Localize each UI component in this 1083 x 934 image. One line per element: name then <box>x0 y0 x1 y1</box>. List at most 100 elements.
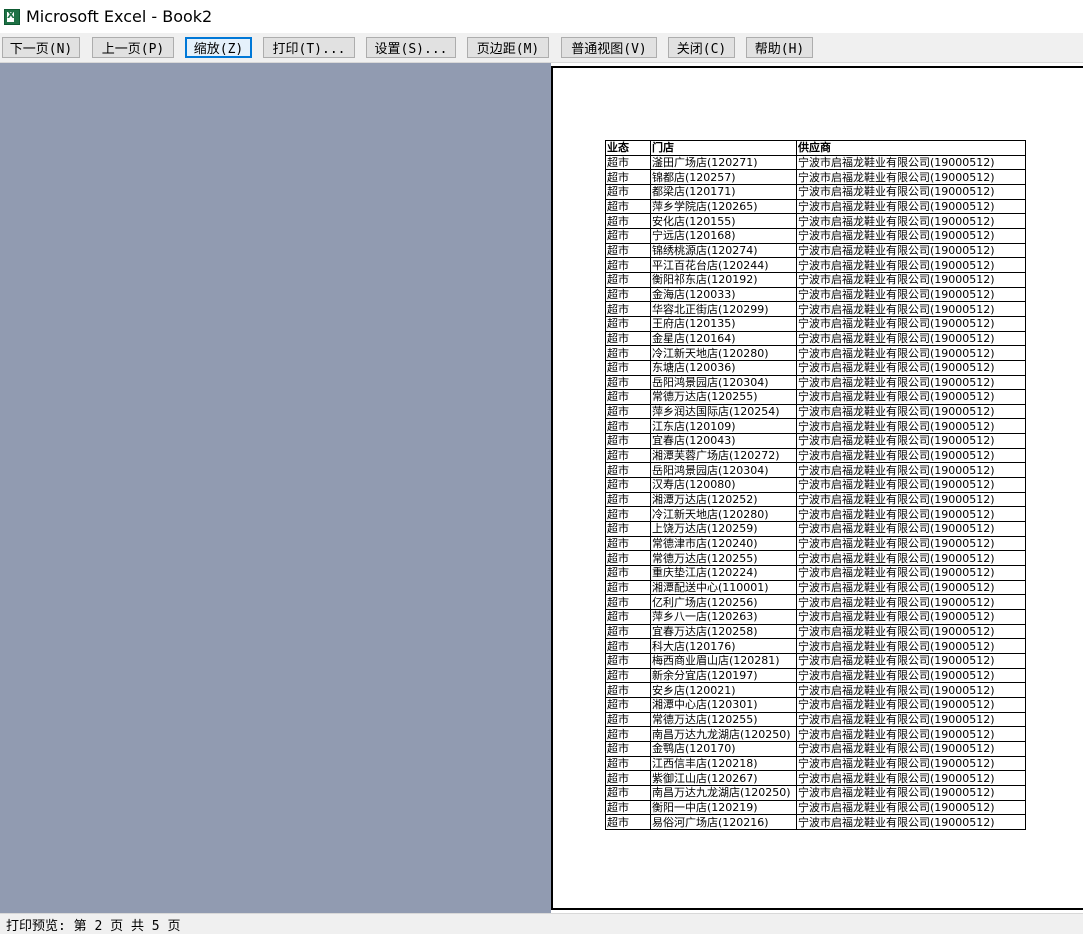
cell-supplier: 宁波市启福龙鞋业有限公司(19000512) <box>796 565 1026 581</box>
margins-button[interactable]: 页边距(M) <box>467 37 549 58</box>
cell-store: 常德万达店(120255) <box>650 550 797 567</box>
cell-store: 宜春万达店(120258) <box>650 623 797 640</box>
table-row: 超市 安乡店(120021) 宁波市启福龙鞋业有限公司(19000512) <box>605 682 1026 698</box>
cell-format: 超市 <box>605 784 651 801</box>
table-row: 超市 亿利广场店(120256) 宁波市启福龙鞋业有限公司(19000512) <box>605 594 1026 610</box>
cell-supplier: 宁波市启福龙鞋业有限公司(19000512) <box>796 154 1026 171</box>
cell-supplier: 宁波市启福龙鞋业有限公司(19000512) <box>796 755 1026 772</box>
cell-store: 滏田广场店(120271) <box>650 154 797 171</box>
cell-store: 南昌万达九龙湖店(120250) <box>650 784 797 801</box>
cell-store: 萍乡润达国际店(120254) <box>650 403 797 420</box>
help-button[interactable]: 帮助(H) <box>746 37 813 58</box>
cell-format: 超市 <box>605 491 651 508</box>
cell-supplier: 宁波市启福龙鞋业有限公司(19000512) <box>796 740 1026 757</box>
cell-store: 湘潭芙蓉广场店(120272) <box>650 447 797 464</box>
cell-supplier: 宁波市启福龙鞋业有限公司(19000512) <box>796 623 1026 640</box>
table-row: 超市 东塘店(120036) 宁波市启福龙鞋业有限公司(19000512) <box>605 359 1026 376</box>
cell-store: 金海店(120033) <box>650 286 797 303</box>
cell-store: 安化店(120155) <box>650 213 797 229</box>
table-row: 超市 锦都店(120257) 宁波市启福龙鞋业有限公司(19000512) <box>605 169 1026 185</box>
cell-store: 易俗河广场店(120216) <box>650 814 797 830</box>
cell-supplier: 宁波市启福龙鞋业有限公司(19000512) <box>796 491 1026 508</box>
table-row: 超市 金海店(120033) 宁波市启福龙鞋业有限公司(19000512) <box>605 286 1026 303</box>
cell-supplier: 宁波市启福龙鞋业有限公司(19000512) <box>796 726 1026 742</box>
cell-format: 超市 <box>605 550 651 567</box>
cell-supplier: 宁波市启福龙鞋业有限公司(19000512) <box>796 579 1026 596</box>
cell-store: 新余分宜店(120197) <box>650 667 797 684</box>
cell-supplier: 宁波市启福龙鞋业有限公司(19000512) <box>796 286 1026 303</box>
cell-format: 超市 <box>605 638 651 654</box>
cell-supplier: 宁波市启福龙鞋业有限公司(19000512) <box>796 609 1026 625</box>
cell-format: 超市 <box>605 418 651 435</box>
cell-supplier: 宁波市启福龙鞋业有限公司(19000512) <box>796 638 1026 654</box>
cell-store: 宜春店(120043) <box>650 433 797 449</box>
cell-format: 超市 <box>605 755 651 772</box>
cell-store: 衡阳一中店(120219) <box>650 799 797 816</box>
table-row: 超市 常德万达店(120255) 宁波市启福龙鞋业有限公司(19000512) <box>605 711 1026 728</box>
table-row: 超市 湘潭芙蓉广场店(120272) 宁波市启福龙鞋业有限公司(19000512) <box>605 447 1026 464</box>
table-row: 超市 南昌万达九龙湖店(120250) 宁波市启福龙鞋业有限公司(19000512) <box>605 726 1026 742</box>
cell-supplier: 宁波市启福龙鞋业有限公司(19000512) <box>796 521 1026 537</box>
table-row: 超市 冷江新天地店(120280) 宁波市启福龙鞋业有限公司(19000512) <box>605 506 1026 523</box>
cell-supplier: 宁波市启福龙鞋业有限公司(19000512) <box>796 227 1026 244</box>
cell-supplier: 宁波市启福龙鞋业有限公司(19000512) <box>796 594 1026 610</box>
cell-supplier: 宁波市启福龙鞋业有限公司(19000512) <box>796 418 1026 435</box>
cell-format: 超市 <box>605 696 651 713</box>
zoom-button[interactable]: 缩放(Z) <box>185 37 252 58</box>
cell-store: 岳阳鸿景园店(120304) <box>650 374 797 391</box>
cell-format: 超市 <box>605 374 651 391</box>
cell-supplier: 宁波市启福龙鞋业有限公司(19000512) <box>796 711 1026 728</box>
normal-view-button[interactable]: 普通视图(V) <box>561 37 657 58</box>
cell-format: 超市 <box>605 271 651 288</box>
cell-format: 超市 <box>605 389 651 405</box>
cell-format: 超市 <box>605 726 651 742</box>
cell-format: 超市 <box>605 213 651 229</box>
cell-store: 东塘店(120036) <box>650 359 797 376</box>
cell-store: 湘潭中心店(120301) <box>650 696 797 713</box>
table-row: 超市 金鹗店(120170) 宁波市启福龙鞋业有限公司(19000512) <box>605 740 1026 757</box>
cell-supplier: 宁波市启福龙鞋业有限公司(19000512) <box>796 359 1026 376</box>
header-store: 门店 <box>650 140 797 156</box>
cell-store: 萍乡八一店(120263) <box>650 609 797 625</box>
cell-format: 超市 <box>605 770 651 786</box>
cell-store: 都梁店(120171) <box>650 183 797 200</box>
setup-button[interactable]: 设置(S)... <box>366 37 456 58</box>
status-text: 打印预览: 第 2 页 共 5 页 <box>6 918 181 934</box>
table-row: 超市 宜春店(120043) 宁波市启福龙鞋业有限公司(19000512) <box>605 433 1026 449</box>
cell-supplier: 宁波市启福龙鞋业有限公司(19000512) <box>796 535 1026 552</box>
cell-supplier: 宁波市启福龙鞋业有限公司(19000512) <box>796 784 1026 801</box>
table-row: 超市 岳阳鸿景园店(120304) 宁波市启福龙鞋业有限公司(19000512) <box>605 462 1026 479</box>
cell-supplier: 宁波市启福龙鞋业有限公司(19000512) <box>796 667 1026 684</box>
next-page-button[interactable]: 下一页(N) <box>2 37 80 58</box>
cell-supplier: 宁波市启福龙鞋业有限公司(19000512) <box>796 374 1026 391</box>
close-button[interactable]: 关闭(C) <box>668 37 735 58</box>
cell-format: 超市 <box>605 799 651 816</box>
cell-supplier: 宁波市启福龙鞋业有限公司(19000512) <box>796 550 1026 567</box>
table-row: 超市 常德万达店(120255) 宁波市启福龙鞋业有限公司(19000512) <box>605 389 1026 405</box>
cell-store: 常德津市店(120240) <box>650 535 797 552</box>
cell-format: 超市 <box>605 315 651 332</box>
cell-supplier: 宁波市启福龙鞋业有限公司(19000512) <box>796 403 1026 420</box>
header-format: 业态 <box>605 140 651 156</box>
prev-page-button[interactable]: 上一页(P) <box>92 37 174 58</box>
cell-store: 上饶万达店(120259) <box>650 521 797 537</box>
cell-format: 超市 <box>605 447 651 464</box>
cell-store: 江东店(120109) <box>650 418 797 435</box>
preview-background <box>0 63 551 913</box>
table-row: 超市 湘潭万达店(120252) 宁波市启福龙鞋业有限公司(19000512) <box>605 491 1026 508</box>
table-row: 超市 衡阳一中店(120219) 宁波市启福龙鞋业有限公司(19000512) <box>605 799 1026 816</box>
cell-format: 超市 <box>605 506 651 523</box>
table-row: 超市 常德津市店(120240) 宁波市启福龙鞋业有限公司(19000512) <box>605 535 1026 552</box>
cell-supplier: 宁波市启福龙鞋业有限公司(19000512) <box>796 330 1026 347</box>
table-row: 超市 华容北正街店(120299) 宁波市启福龙鞋业有限公司(19000512) <box>605 301 1026 317</box>
cell-store: 冷江新天地店(120280) <box>650 506 797 523</box>
print-button[interactable]: 打印(T)... <box>263 37 355 58</box>
cell-format: 超市 <box>605 814 651 830</box>
cell-supplier: 宁波市启福龙鞋业有限公司(19000512) <box>796 183 1026 200</box>
table-row: 超市 常德万达店(120255) 宁波市启福龙鞋业有限公司(19000512) <box>605 550 1026 567</box>
cell-supplier: 宁波市启福龙鞋业有限公司(19000512) <box>796 506 1026 523</box>
table-row: 超市 紫御江山店(120267) 宁波市启福龙鞋业有限公司(19000512) <box>605 770 1026 786</box>
table-row: 超市 宁远店(120168) 宁波市启福龙鞋业有限公司(19000512) <box>605 227 1026 244</box>
cell-store: 平江百花台店(120244) <box>650 257 797 273</box>
cell-store: 金星店(120164) <box>650 330 797 347</box>
